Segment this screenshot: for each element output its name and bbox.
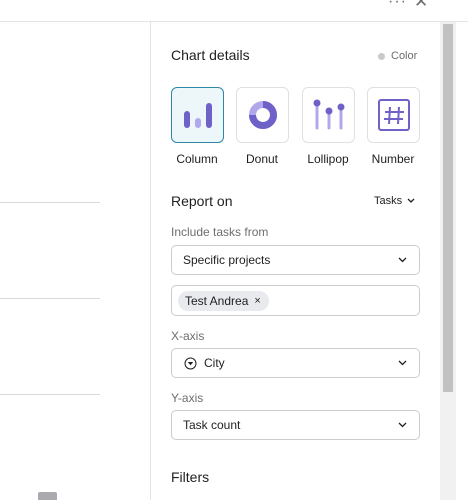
include-tasks-label: Include tasks from	[171, 225, 269, 239]
color-toggle-label: Color	[391, 50, 418, 62]
x-axis-select[interactable]: City	[171, 348, 420, 378]
chart-preview-area	[0, 22, 151, 500]
color-dot-icon	[378, 52, 385, 60]
chevron-down-icon	[398, 422, 407, 428]
resize-handle[interactable]	[38, 492, 57, 500]
field-type-icon	[184, 357, 197, 369]
chart-editor: ··· ✕ Chart details Color Column Donut L…	[0, 0, 468, 500]
y-axis-label: Y-axis	[171, 391, 204, 405]
x-axis-label: X-axis	[171, 329, 205, 343]
top-bar: ··· ✕	[0, 0, 468, 22]
chevron-down-icon	[407, 198, 415, 203]
include-tasks-value: Specific projects	[183, 253, 271, 267]
panel-title: Chart details	[171, 47, 250, 63]
column-chart-icon	[184, 103, 212, 128]
grid-line	[0, 394, 100, 395]
report-on-value: Tasks	[374, 195, 403, 207]
project-token: Test Andrea ×	[178, 291, 269, 311]
chart-type-donut-label: Donut	[245, 152, 279, 166]
more-options-icon[interactable]: ···	[388, 0, 410, 10]
grid-line	[0, 298, 100, 299]
chart-type-number-label: Number	[371, 152, 415, 166]
y-axis-value: Task count	[183, 418, 241, 432]
close-icon[interactable]: ✕	[414, 0, 432, 11]
chart-type-column-label: Column	[176, 152, 218, 166]
project-token-label: Test Andrea	[185, 294, 249, 308]
number-chart-icon	[378, 99, 410, 131]
chart-type-lollipop[interactable]	[302, 87, 355, 143]
x-axis-value: City	[204, 356, 225, 370]
report-on-dropdown[interactable]: Tasks	[374, 194, 415, 208]
chevron-down-icon	[398, 257, 407, 263]
projects-input[interactable]: Test Andrea ×	[171, 285, 420, 316]
y-axis-select[interactable]: Task count	[171, 410, 420, 440]
chart-type-number[interactable]	[367, 87, 420, 143]
include-tasks-select[interactable]: Specific projects	[171, 245, 420, 275]
chart-type-lollipop-label: Lollipop	[307, 152, 349, 166]
donut-chart-icon	[249, 101, 277, 129]
lollipop-chart-icon	[313, 99, 345, 130]
report-on-label: Report on	[171, 193, 233, 209]
grid-line	[0, 202, 100, 203]
filters-heading: Filters	[171, 469, 210, 485]
color-toggle[interactable]: Color	[378, 49, 417, 63]
remove-token-icon[interactable]: ×	[254, 296, 260, 307]
scrollbar-thumb[interactable]	[443, 24, 453, 392]
chevron-down-icon	[398, 360, 407, 366]
chart-type-donut[interactable]	[236, 87, 289, 143]
chart-type-column[interactable]	[171, 87, 224, 143]
